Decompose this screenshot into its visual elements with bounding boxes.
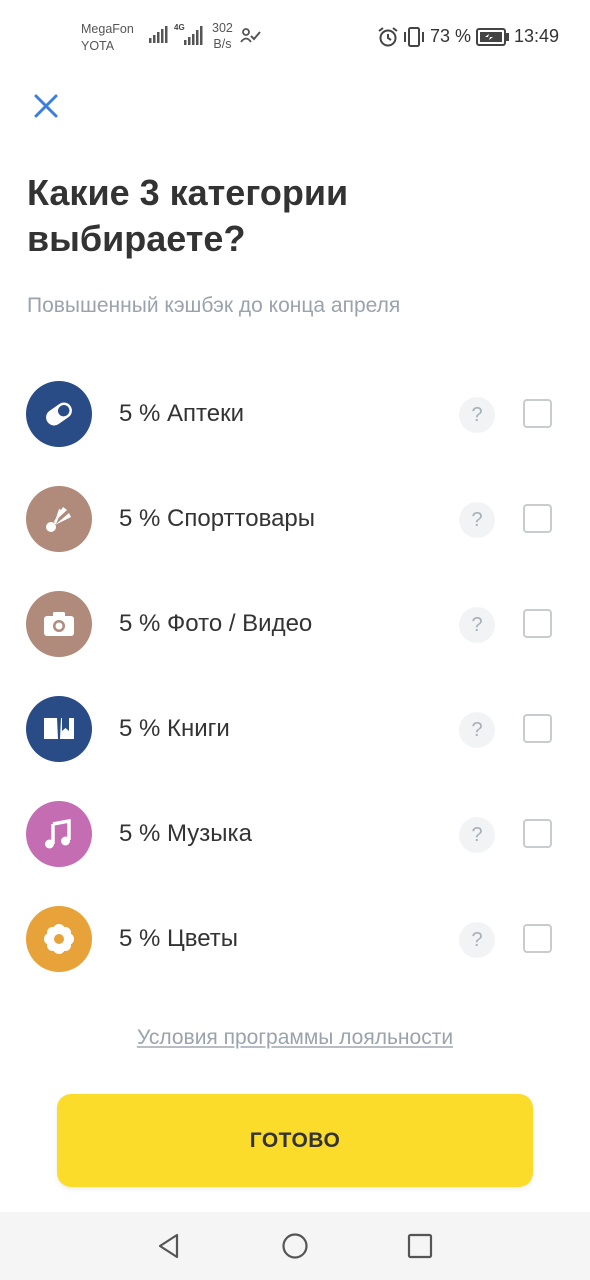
category-checkbox[interactable] xyxy=(523,399,552,428)
carrier-names: MegaFon YOTA xyxy=(81,21,134,55)
category-label: 5 % Цветы xyxy=(119,925,239,952)
carrier-2: YOTA xyxy=(81,39,115,53)
battery-percent: 73 % xyxy=(430,26,472,46)
carrier-1: MegaFon xyxy=(81,22,134,36)
music-note-icon xyxy=(26,801,92,867)
recent-apps-icon[interactable] xyxy=(407,1233,433,1259)
category-checkbox[interactable] xyxy=(523,504,552,533)
alarm-icon xyxy=(378,27,398,47)
help-button[interactable]: ? xyxy=(459,607,495,643)
category-label: 5 % Спорттовары xyxy=(119,505,316,532)
category-item-music[interactable]: 5 % Музыка ? xyxy=(0,780,590,885)
category-label: 5 % Аптеки xyxy=(119,400,245,427)
help-button[interactable]: ? xyxy=(459,922,495,958)
shuttlecock-icon xyxy=(26,486,92,552)
person-check-icon xyxy=(240,28,261,43)
close-icon xyxy=(34,94,58,118)
camera-icon xyxy=(26,591,92,657)
help-button[interactable]: ? xyxy=(459,397,495,433)
category-checkbox[interactable] xyxy=(523,819,552,848)
system-nav-bar xyxy=(0,1212,590,1280)
battery-icon xyxy=(476,28,509,46)
done-button[interactable]: ГОТОВО xyxy=(57,1094,533,1187)
home-icon[interactable] xyxy=(281,1232,309,1260)
flower-icon xyxy=(26,906,92,972)
category-checkbox[interactable] xyxy=(523,714,552,743)
close-button[interactable] xyxy=(30,90,62,122)
category-label: 5 % Фото / Видео xyxy=(119,610,313,637)
page-title: Какие 3 категории выбираете? xyxy=(27,172,349,259)
vibrate-icon xyxy=(404,27,424,47)
category-item-flowers[interactable]: 5 % Цветы ? xyxy=(0,885,590,990)
help-button[interactable]: ? xyxy=(459,502,495,538)
status-bar: MegaFon YOTA 4G 302 B/s 73 % 13:49 xyxy=(0,0,590,72)
loyalty-terms-link[interactable]: Условия программы лояльности xyxy=(0,1026,590,1050)
category-label: 5 % Музыка xyxy=(119,820,252,847)
category-item-photo-video[interactable]: 5 % Фото / Видео ? xyxy=(0,570,590,675)
book-icon xyxy=(26,696,92,762)
back-icon[interactable] xyxy=(155,1232,183,1260)
speed-unit: B/s xyxy=(213,37,232,51)
clock: 13:49 xyxy=(514,26,560,46)
category-item-books[interactable]: 5 % Книги ? xyxy=(0,675,590,780)
speed-value: 302 xyxy=(212,21,233,35)
network-speed: 302 B/s xyxy=(212,20,233,52)
category-item-sports[interactable]: 5 % Спорттовары ? xyxy=(0,465,590,570)
category-label: 5 % Книги xyxy=(119,715,230,742)
help-button[interactable]: ? xyxy=(459,712,495,748)
signal-icon xyxy=(149,26,168,43)
help-button[interactable]: ? xyxy=(459,817,495,853)
page-subtitle: Повышенный кэшбэк до конца апреля xyxy=(27,294,401,317)
signal-icon-2 xyxy=(184,26,203,45)
pill-icon xyxy=(26,381,92,447)
category-checkbox[interactable] xyxy=(523,924,552,953)
category-item-pharmacy[interactable]: 5 % Аптеки ? xyxy=(0,360,590,465)
category-checkbox[interactable] xyxy=(523,609,552,638)
